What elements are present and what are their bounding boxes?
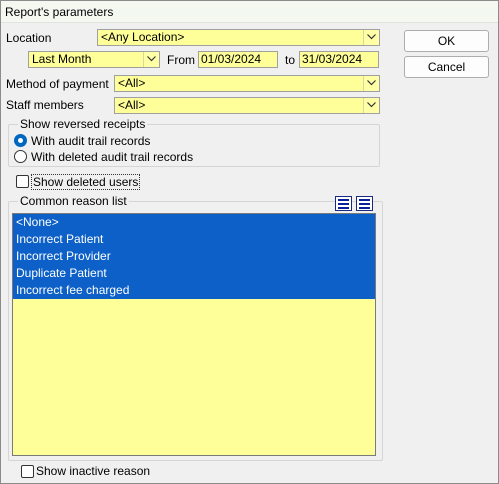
- list-item[interactable]: <None>: [13, 214, 375, 231]
- show-deleted-users-checkbox[interactable]: [16, 175, 29, 188]
- staff-label: Staff members: [6, 98, 84, 112]
- from-label: From: [167, 53, 195, 67]
- to-label: to: [285, 53, 296, 67]
- from-date-field[interactable]: 01/03/2024: [198, 51, 278, 68]
- ok-button[interactable]: OK: [404, 30, 489, 52]
- list-item[interactable]: Duplicate Patient: [13, 265, 375, 282]
- deselect-all-icon[interactable]: [356, 196, 373, 211]
- show-inactive-reason-label[interactable]: Show inactive reason: [36, 464, 150, 478]
- dropdown-arrow-icon[interactable]: [363, 30, 379, 45]
- dropdown-arrow-icon[interactable]: [363, 76, 379, 91]
- dropdown-arrow-icon[interactable]: [143, 52, 159, 67]
- to-date-field[interactable]: 31/03/2024: [299, 51, 379, 68]
- reason-list-title: Common reason list: [18, 194, 129, 208]
- dropdown-arrow-icon[interactable]: [363, 98, 379, 113]
- list-item[interactable]: Incorrect Patient: [13, 231, 375, 248]
- period-value: Last Month: [32, 52, 92, 66]
- show-deleted-users-label[interactable]: Show deleted users: [31, 174, 141, 190]
- list-item[interactable]: Incorrect Provider: [13, 248, 375, 265]
- staff-combo[interactable]: <All>: [114, 97, 380, 114]
- select-all-icon[interactable]: [335, 196, 352, 211]
- location-value: <Any Location>: [101, 30, 185, 44]
- reversed-receipts-title: Show reversed receipts: [18, 117, 148, 131]
- window-title: Report's parameters: [5, 5, 114, 19]
- audit-trail-radio[interactable]: [14, 134, 27, 147]
- report-parameters-dialog: Report's parameters Location <Any Locati…: [0, 0, 499, 484]
- staff-value: <All>: [118, 98, 146, 112]
- audit-trail-label[interactable]: With audit trail records: [31, 134, 150, 148]
- deleted-audit-trail-radio[interactable]: [14, 150, 27, 163]
- period-combo[interactable]: Last Month: [28, 51, 160, 68]
- location-combo[interactable]: <Any Location>: [97, 29, 380, 46]
- payment-combo[interactable]: <All>: [114, 75, 380, 92]
- location-label: Location: [6, 31, 52, 45]
- cancel-button[interactable]: Cancel: [404, 56, 489, 78]
- title-bar: Report's parameters: [1, 1, 498, 23]
- reason-listbox[interactable]: <None> Incorrect Patient Incorrect Provi…: [12, 213, 376, 456]
- payment-label: Method of payment: [6, 77, 109, 91]
- deleted-audit-trail-label[interactable]: With deleted audit trail records: [31, 150, 193, 164]
- payment-value: <All>: [118, 76, 146, 90]
- list-item[interactable]: Incorrect fee charged: [13, 282, 375, 299]
- show-inactive-reason-checkbox[interactable]: [21, 465, 34, 478]
